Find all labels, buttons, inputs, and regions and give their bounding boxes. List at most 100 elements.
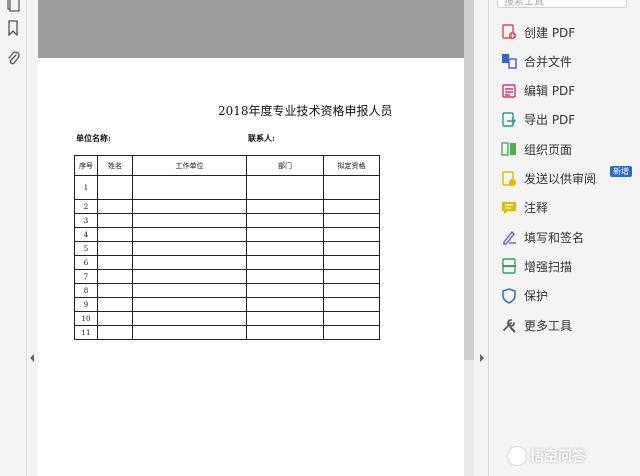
collapse-left-icon[interactable] bbox=[28, 352, 36, 364]
table-cell bbox=[246, 283, 324, 298]
comment-icon bbox=[502, 201, 516, 214]
table-cell bbox=[246, 269, 324, 284]
tool-edit-pdf[interactable]: 编辑 PDF bbox=[501, 81, 575, 101]
tool-export-pdf[interactable]: 导出 PDF bbox=[501, 110, 575, 130]
tools-panel: 搜索工具 创建 PDF 合并文件编辑 PDF 导出 PDF 组织页面发送以供审阅 注释填… bbox=[489, 0, 640, 476]
table-cell bbox=[97, 311, 133, 326]
table-cell bbox=[246, 213, 324, 228]
table-cell bbox=[97, 199, 133, 214]
document-title: 2018年度专业技术资格申报人员 bbox=[218, 104, 393, 118]
row-number-cell: 4 bbox=[74, 227, 98, 242]
fill-sign-icon bbox=[503, 231, 516, 245]
tool-comment[interactable]: 注释 bbox=[501, 198, 548, 218]
tool-label: 组织页面 bbox=[524, 142, 573, 157]
create-pdf-icon bbox=[502, 24, 516, 39]
tool-label: 更多工具 bbox=[524, 318, 573, 333]
table-cell bbox=[246, 325, 324, 340]
tool-more-tools[interactable]: 更多工具 bbox=[501, 315, 572, 335]
row-number-cell: 7 bbox=[74, 269, 98, 284]
tool-protect[interactable]: 保护 bbox=[501, 286, 548, 306]
table-header-cell: 姓名 bbox=[97, 155, 133, 176]
table-cell bbox=[246, 297, 324, 312]
protect-icon bbox=[502, 287, 516, 304]
table-row: 9 bbox=[74, 297, 380, 312]
applicant-table: 序号 姓名 工作单位 部门 拟定资格 1 2 3 4 5 6 7 8 9 10 11 bbox=[74, 155, 380, 340]
organize-pages-icon bbox=[501, 142, 516, 156]
table-cell bbox=[246, 241, 324, 256]
table-row: 1 bbox=[74, 175, 380, 200]
table-cell bbox=[97, 283, 133, 298]
watermark-text: 悟空问答 bbox=[530, 449, 586, 465]
table-header-cell: 部门 bbox=[246, 155, 324, 176]
table-cell bbox=[323, 325, 380, 340]
table-cell bbox=[323, 199, 380, 214]
table-cell bbox=[132, 227, 247, 242]
table-row: 11 bbox=[74, 325, 380, 340]
contact-label: 联系人: bbox=[248, 133, 275, 143]
row-number-cell: 3 bbox=[74, 213, 98, 228]
table-cell bbox=[246, 255, 324, 270]
table-cell bbox=[132, 311, 247, 326]
table-cell bbox=[132, 241, 247, 256]
table-cell bbox=[246, 311, 324, 326]
table-cell bbox=[323, 213, 380, 228]
send-review-icon bbox=[502, 170, 516, 186]
table-header-row: 序号 姓名 工作单位 部门 拟定资格 bbox=[74, 155, 380, 176]
tool-label: 编辑 PDF bbox=[524, 84, 576, 99]
table-header-cell: 拟定资格 bbox=[323, 155, 380, 176]
table-cell bbox=[246, 199, 324, 214]
row-number-cell: 10 bbox=[74, 311, 98, 326]
scrollbar-thumb[interactable] bbox=[464, 0, 474, 360]
pages-thumbnail-icon[interactable] bbox=[6, 0, 20, 12]
table-row: 3 bbox=[74, 213, 380, 228]
tool-combine-files[interactable]: 合并文件 bbox=[501, 51, 572, 71]
unit-name-label: 单位名称: bbox=[76, 133, 111, 143]
table-cell bbox=[132, 175, 247, 200]
table-cell bbox=[97, 175, 133, 200]
combine-files-icon bbox=[502, 54, 517, 69]
table-cell bbox=[132, 269, 247, 284]
search-tools-input[interactable]: 搜索工具 bbox=[497, 0, 627, 8]
new-badge: 新增 bbox=[610, 166, 632, 177]
table-header-cell: 序号 bbox=[74, 155, 98, 176]
enhance-scan-icon bbox=[502, 258, 516, 275]
tool-create-pdf[interactable]: 创建 PDF bbox=[501, 22, 575, 42]
table-cell bbox=[132, 325, 247, 340]
tool-send-review[interactable]: 发送以供审阅 bbox=[501, 169, 596, 189]
tool-label: 创建 PDF bbox=[524, 25, 576, 40]
table-cell bbox=[323, 311, 380, 326]
tool-enhance-scan[interactable]: 增强扫描 bbox=[501, 256, 572, 276]
table-header-cell: 工作单位 bbox=[132, 155, 247, 176]
tool-label: 填写和签名 bbox=[524, 230, 585, 245]
row-number-cell: 9 bbox=[74, 297, 98, 312]
table-row: 10 bbox=[74, 311, 380, 326]
table-cell bbox=[323, 297, 380, 312]
document-viewer: 2018年度专业技术资格申报人员 单位名称: 联系人: 序号 姓名 工作单位 部门 拟定… bbox=[38, 0, 464, 476]
tool-organize-pages[interactable]: 组织页面 bbox=[501, 139, 572, 159]
collapse-right-icon[interactable] bbox=[478, 352, 486, 364]
table-row: 4 bbox=[74, 227, 380, 242]
row-number-cell: 5 bbox=[74, 241, 98, 256]
tool-label: 注释 bbox=[524, 201, 549, 216]
table-cell bbox=[97, 227, 133, 242]
left-navigation-rail bbox=[0, 0, 27, 476]
tool-label: 增强扫描 bbox=[524, 259, 573, 274]
table-cell bbox=[97, 269, 133, 284]
watermark-logo-icon bbox=[508, 447, 526, 465]
tool-fill-sign[interactable]: 填写和签名 bbox=[501, 227, 584, 247]
table-cell bbox=[323, 227, 380, 242]
table-cell bbox=[323, 283, 380, 298]
attachment-icon[interactable] bbox=[6, 50, 20, 66]
export-pdf-icon bbox=[502, 112, 516, 127]
table-cell bbox=[132, 297, 247, 312]
table-row: 2 bbox=[74, 199, 380, 214]
edit-pdf-icon bbox=[502, 83, 516, 98]
table-cell bbox=[246, 227, 324, 242]
table-cell bbox=[132, 213, 247, 228]
vertical-scrollbar[interactable] bbox=[464, 0, 474, 476]
table-cell bbox=[97, 213, 133, 228]
table-cell bbox=[246, 175, 324, 200]
bookmark-icon[interactable] bbox=[6, 20, 20, 36]
tool-label: 发送以供审阅 bbox=[524, 172, 597, 186]
page-gap-area bbox=[38, 0, 464, 58]
